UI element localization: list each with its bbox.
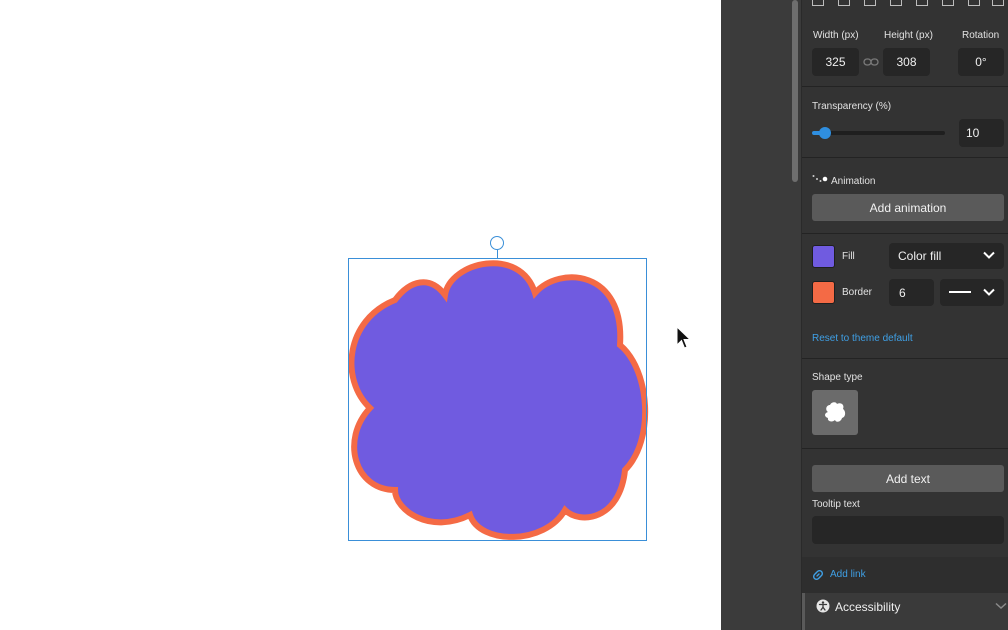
selection-box[interactable]: [348, 258, 647, 541]
chain-link-icon[interactable]: [863, 56, 879, 68]
transparency-input[interactable]: 10: [959, 119, 1004, 147]
shape-type-label: Shape type: [812, 372, 863, 383]
align-icon[interactable]: [992, 0, 1004, 6]
rotation-handle-stem: [497, 250, 498, 259]
chevron-down-icon: [983, 288, 995, 296]
height-input[interactable]: 308: [883, 48, 930, 76]
style-section: Fill Color fill Border 6 Reset to theme …: [802, 235, 1008, 359]
tooltip-label: Tooltip text: [812, 499, 860, 510]
accessibility-section[interactable]: Accessibility: [802, 593, 1008, 630]
animation-section: Animation Add animation: [802, 159, 1008, 234]
properties-panel: Width (px) Height (px) Rotation 325 308 …: [801, 0, 1008, 630]
reset-theme-link[interactable]: Reset to theme default: [812, 333, 913, 344]
cloud-icon: [825, 402, 846, 422]
rotation-label: Rotation: [962, 30, 1000, 41]
align-icon[interactable]: [942, 0, 954, 6]
accessibility-icon: [816, 599, 830, 613]
rotation-input[interactable]: 0°: [958, 48, 1004, 76]
align-icon[interactable]: [838, 0, 850, 6]
align-icon[interactable]: [968, 0, 980, 6]
transparency-label: Transparency (%): [812, 101, 892, 112]
width-input[interactable]: 325: [812, 48, 859, 76]
text-section: Add text Tooltip text: [802, 450, 1008, 557]
chevron-down-icon: [983, 251, 995, 259]
height-label: Height (px): [884, 30, 933, 41]
add-link-button[interactable]: Add link: [830, 569, 866, 580]
border-color-swatch[interactable]: [812, 281, 835, 304]
mouse-pointer-icon: [676, 326, 692, 349]
chevron-down-icon: [995, 602, 1007, 610]
panel-gutter: [721, 0, 801, 630]
transparency-slider-knob[interactable]: [819, 127, 831, 139]
add-text-button[interactable]: Add text: [812, 465, 1004, 492]
link-section: Add link: [802, 557, 1008, 593]
fill-color-swatch[interactable]: [812, 245, 835, 268]
shape-type-button[interactable]: [812, 390, 858, 435]
fill-type-dropdown[interactable]: Color fill: [889, 243, 1004, 269]
fill-type-value: Color fill: [898, 249, 942, 263]
border-style-dropdown[interactable]: [940, 279, 1004, 306]
link-icon[interactable]: [811, 568, 825, 582]
scrollbar-thumb[interactable]: [792, 0, 798, 182]
align-icon[interactable]: [890, 0, 902, 6]
tooltip-input[interactable]: [812, 516, 1004, 544]
size-section: Width (px) Height (px) Rotation 325 308 …: [802, 10, 1008, 87]
canvas-area[interactable]: [0, 0, 721, 630]
shape-section: Shape type: [802, 360, 1008, 449]
transparency-slider-track[interactable]: [812, 127, 945, 139]
transparency-section: Transparency (%) 10: [802, 88, 1008, 158]
align-icon[interactable]: [864, 0, 876, 6]
solid-line-icon: [949, 291, 971, 293]
add-animation-button[interactable]: Add animation: [812, 194, 1004, 221]
border-width-input[interactable]: 6: [889, 279, 934, 306]
border-label: Border: [842, 287, 873, 298]
animation-label: Animation: [831, 176, 876, 187]
fill-label: Fill: [842, 251, 855, 262]
width-label: Width (px): [813, 30, 859, 41]
align-icon[interactable]: [812, 0, 824, 6]
align-icon[interactable]: [916, 0, 928, 6]
rotation-handle[interactable]: [490, 236, 504, 250]
accessibility-label: Accessibility: [835, 600, 901, 614]
motion-dots-icon: [812, 175, 828, 182]
